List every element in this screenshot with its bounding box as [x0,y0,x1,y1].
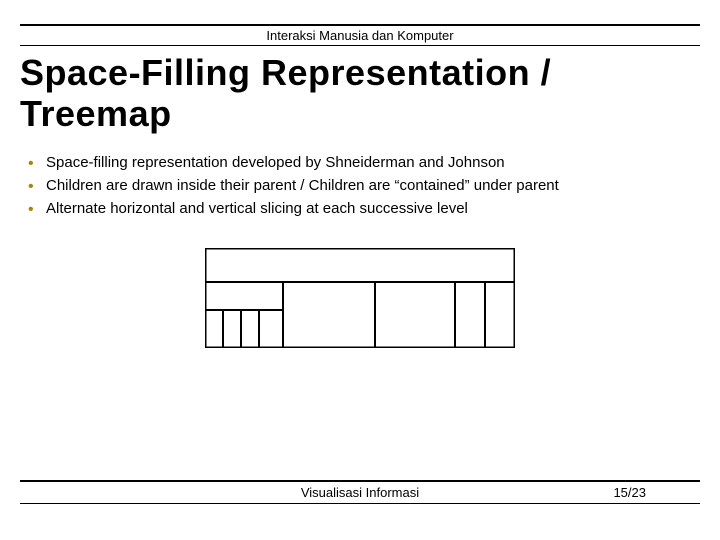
bullet-item: Alternate horizontal and vertical slicin… [24,199,700,219]
treemap-diagram [205,248,515,348]
page-number: 15/23 [613,485,646,500]
bullet-item: Children are drawn inside their parent /… [24,176,700,196]
footer-bar: Visualisasi Informasi 15/23 [20,480,700,504]
footer: Visualisasi Informasi 15/23 [20,480,700,504]
header-bar: Interaksi Manusia dan Komputer [20,24,700,46]
bullet-list: Space-filling representation developed b… [20,143,700,220]
header-course: Interaksi Manusia dan Komputer [266,28,453,43]
footer-subject: Visualisasi Informasi [301,485,419,500]
slide-title: Space-Filling Representation / Treemap [20,46,700,143]
bullet-item: Space-filling representation developed b… [24,153,700,173]
